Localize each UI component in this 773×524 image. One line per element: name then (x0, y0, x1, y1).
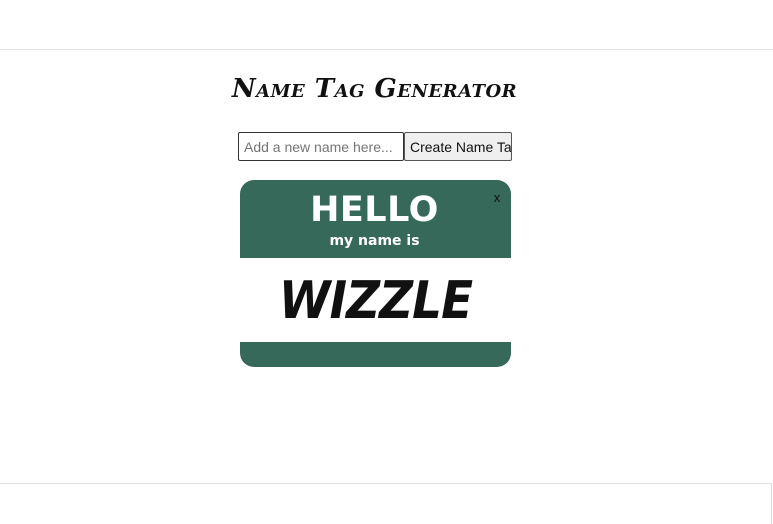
name-input[interactable] (238, 132, 404, 161)
close-name-tag-button[interactable]: x (491, 190, 503, 206)
name-tag-name-area: WIZZLE (240, 258, 511, 342)
bottom-frame (0, 483, 772, 524)
page-title: Name Tag Generator (231, 74, 518, 104)
name-tag-name: WIZZLE (278, 271, 473, 331)
name-tag-subtitle: my name is (329, 233, 420, 249)
name-tag-form: Create Name Tag (238, 132, 512, 161)
name-tag-header: HELLO my name is (240, 180, 511, 258)
name-tag-card: HELLO my name is x WIZZLE (240, 180, 511, 367)
top-divider (0, 49, 773, 50)
name-tag-hello: HELLO (310, 190, 439, 230)
create-name-tag-button[interactable]: Create Name Tag (404, 132, 512, 161)
